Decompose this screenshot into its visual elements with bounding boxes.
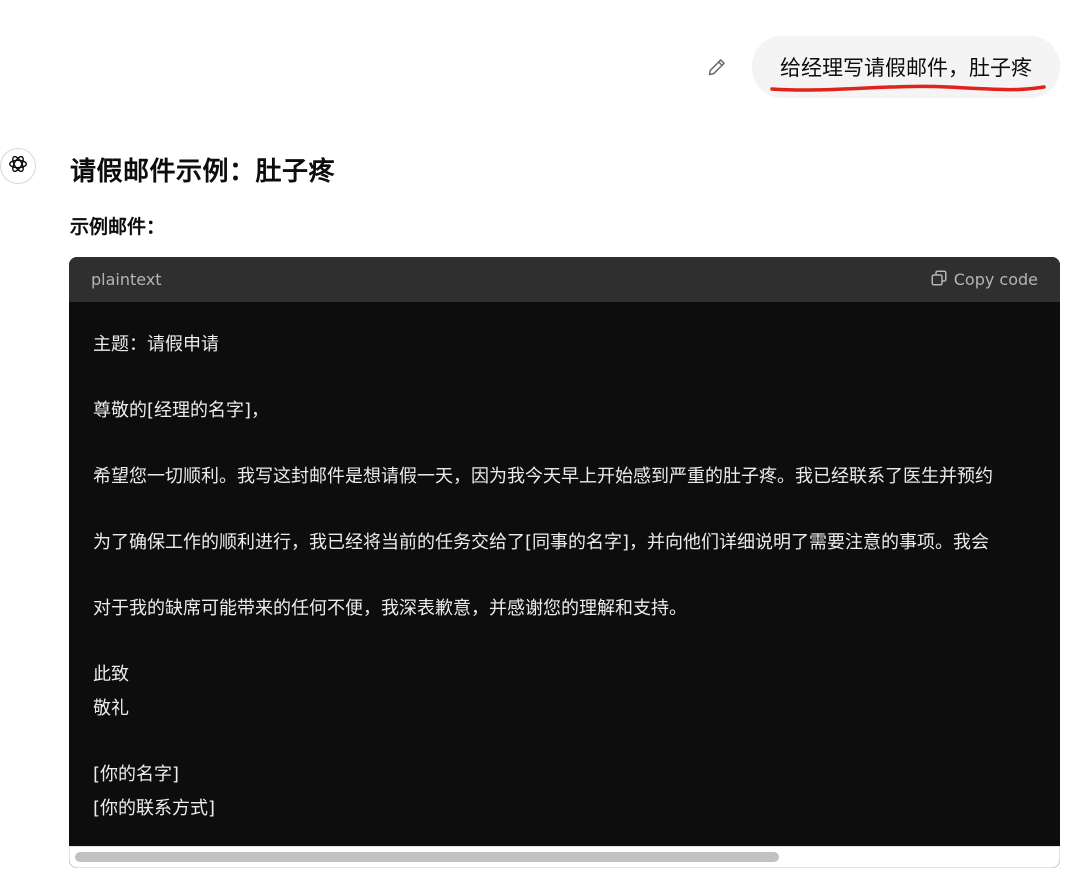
horizontal-scrollbar[interactable] bbox=[69, 846, 1060, 868]
copy-code-label: Copy code bbox=[953, 270, 1038, 289]
code-line: 主题：请假申请 bbox=[93, 334, 219, 355]
pencil-icon[interactable] bbox=[706, 56, 728, 78]
user-message-text: 给经理写请假邮件，肚子疼 bbox=[780, 56, 1032, 80]
code-language-label: plaintext bbox=[91, 270, 162, 289]
code-block: plaintext Copy code 主题：请假申请 尊敬的[经理的名字]， … bbox=[69, 257, 1060, 868]
assistant-avatar bbox=[0, 148, 36, 184]
answer-title: 请假邮件示例：肚子疼 bbox=[70, 157, 336, 187]
code-content: 主题：请假申请 尊敬的[经理的名字]， 希望您一切顺利。我写这封邮件是想请假一天… bbox=[69, 302, 1060, 822]
code-header: plaintext Copy code bbox=[69, 257, 1060, 302]
copy-code-button[interactable]: Copy code bbox=[930, 269, 1038, 291]
code-line: [你的联系方式] bbox=[93, 798, 216, 819]
scrollbar-thumb[interactable] bbox=[75, 852, 779, 862]
user-message-bubble: 给经理写请假邮件，肚子疼 bbox=[752, 36, 1060, 98]
code-line: 为了确保工作的顺利进行，我已经将当前的任务交给了[同事的名字]，并向他们详细说明… bbox=[93, 532, 990, 553]
user-message-row: 给经理写请假邮件，肚子疼 bbox=[706, 36, 1060, 98]
red-underline-annotation bbox=[770, 84, 1046, 92]
code-line: [你的名字] bbox=[93, 764, 180, 785]
code-line: 希望您一切顺利。我写这封邮件是想请假一天，因为我今天早上开始感到严重的肚子疼。我… bbox=[93, 466, 993, 487]
code-line: 敬礼 bbox=[93, 698, 129, 719]
code-line: 尊敬的[经理的名字]， bbox=[93, 400, 270, 421]
code-line: 对于我的缺席可能带来的任何不便，我深表歉意，并感谢您的理解和支持。 bbox=[93, 598, 687, 619]
code-line: 此致 bbox=[93, 664, 129, 685]
openai-logo-icon bbox=[7, 153, 29, 179]
answer-subtitle: 示例邮件： bbox=[70, 216, 166, 238]
copy-icon bbox=[930, 269, 954, 291]
